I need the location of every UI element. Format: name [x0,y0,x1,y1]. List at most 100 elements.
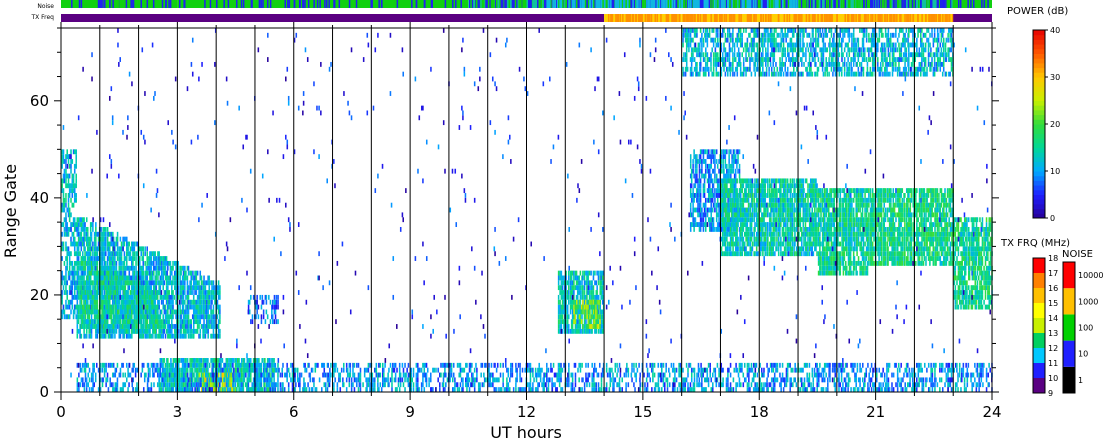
echo-cell [192,270,194,276]
echo-cell [132,270,134,276]
noise-bar-tick [776,0,778,8]
echo-cell [127,328,129,334]
echo-cell [133,309,136,315]
echo-cell [63,168,66,174]
echo-cell [115,319,117,325]
echo-cell [85,299,88,305]
noise-bar-tick [481,0,484,8]
echo-cell [202,367,204,373]
echo-cell [309,372,312,378]
noise-bar-tick [489,0,491,8]
echo-cell [80,222,83,227]
echo-cell [502,362,504,368]
echo-cell [174,333,176,339]
echo-cell [82,382,84,388]
txfreq-bar-tick [906,14,908,22]
noise-bar-tick [866,0,869,8]
echo-cell [146,382,149,388]
echo-cell [149,319,151,325]
echo-cell [83,260,85,266]
echo-cell [65,275,67,281]
echo-cell [110,333,113,339]
echo-cell [426,367,429,373]
echo-cell [287,382,290,388]
echo-cell [483,372,485,378]
echo-cell [85,333,88,339]
echo-cell [211,358,213,363]
echo-cell [556,387,558,392]
echo-cell [66,265,68,271]
echo-cell [600,377,603,383]
txfreq-bar-tick [836,14,838,22]
echo-cell [528,367,530,373]
echo-cell [196,362,199,368]
echo-cell [238,382,240,388]
echo-cell [287,387,290,392]
echo-cell [174,372,176,378]
txfreq-bar-tick [944,14,947,22]
echo-cell [101,265,103,271]
echo-cell [404,377,406,383]
echo-cell [519,377,521,383]
echo-cell [216,299,219,305]
noise-bar-tick [759,0,761,8]
echo-cell [73,265,76,271]
echo-cell [174,362,177,368]
echo-cell [151,367,154,373]
echo-cell [445,362,447,368]
echo-cell [95,226,97,232]
echo-cell [583,387,586,392]
echo-cell [429,377,432,383]
echo-cell [149,260,151,266]
echo-cell [128,270,131,276]
echo-cell [468,387,471,392]
echo-cell [539,377,542,383]
echo-cell [95,246,97,252]
noise-bar-tick [146,0,149,8]
txfreq-bar-tick [858,14,860,22]
echo-cell [456,387,459,392]
noise-bar-tick [227,0,230,8]
noise-bar-tick [284,0,287,8]
echo-cell [92,256,94,261]
echo-cell [142,309,145,315]
echo-cell [151,319,154,325]
echo-cell [119,319,122,325]
echo-cell [131,382,134,388]
noise-bar-tick [216,0,218,8]
echo-cell [156,314,159,320]
echo-cell [92,270,94,276]
echo-cell [477,387,480,392]
echo-cell [86,236,89,242]
echo-cell [102,236,104,242]
echo-cell [212,382,215,388]
echo-cell [187,265,190,271]
noise-bar-tick [917,0,920,8]
echo-cell [75,197,77,203]
echo-cell [377,382,379,388]
echo-cell [96,285,99,291]
echo-cell [534,367,537,373]
echo-cell [61,178,63,184]
echo-cell [132,251,134,257]
echo-cell [515,362,517,368]
noise-bar-tick [524,0,527,8]
echo-cell [294,377,296,383]
echo-cell [552,382,555,388]
echo-cell [117,275,120,281]
echo-cell [140,251,143,257]
echo-cell [633,367,635,373]
echo-cell [422,362,424,368]
echo-cell [277,377,279,383]
echo-cell [238,387,241,392]
echo-cell [94,285,97,291]
echo-cell [155,319,158,325]
noise-bar-tick [259,0,261,8]
echo-cell [196,377,198,383]
echo-cell [450,362,453,368]
echo-cell [627,372,630,378]
echo-cell [106,294,109,300]
echo-cell [212,377,215,383]
echo-cell [190,328,193,334]
echo-cell [160,358,163,363]
